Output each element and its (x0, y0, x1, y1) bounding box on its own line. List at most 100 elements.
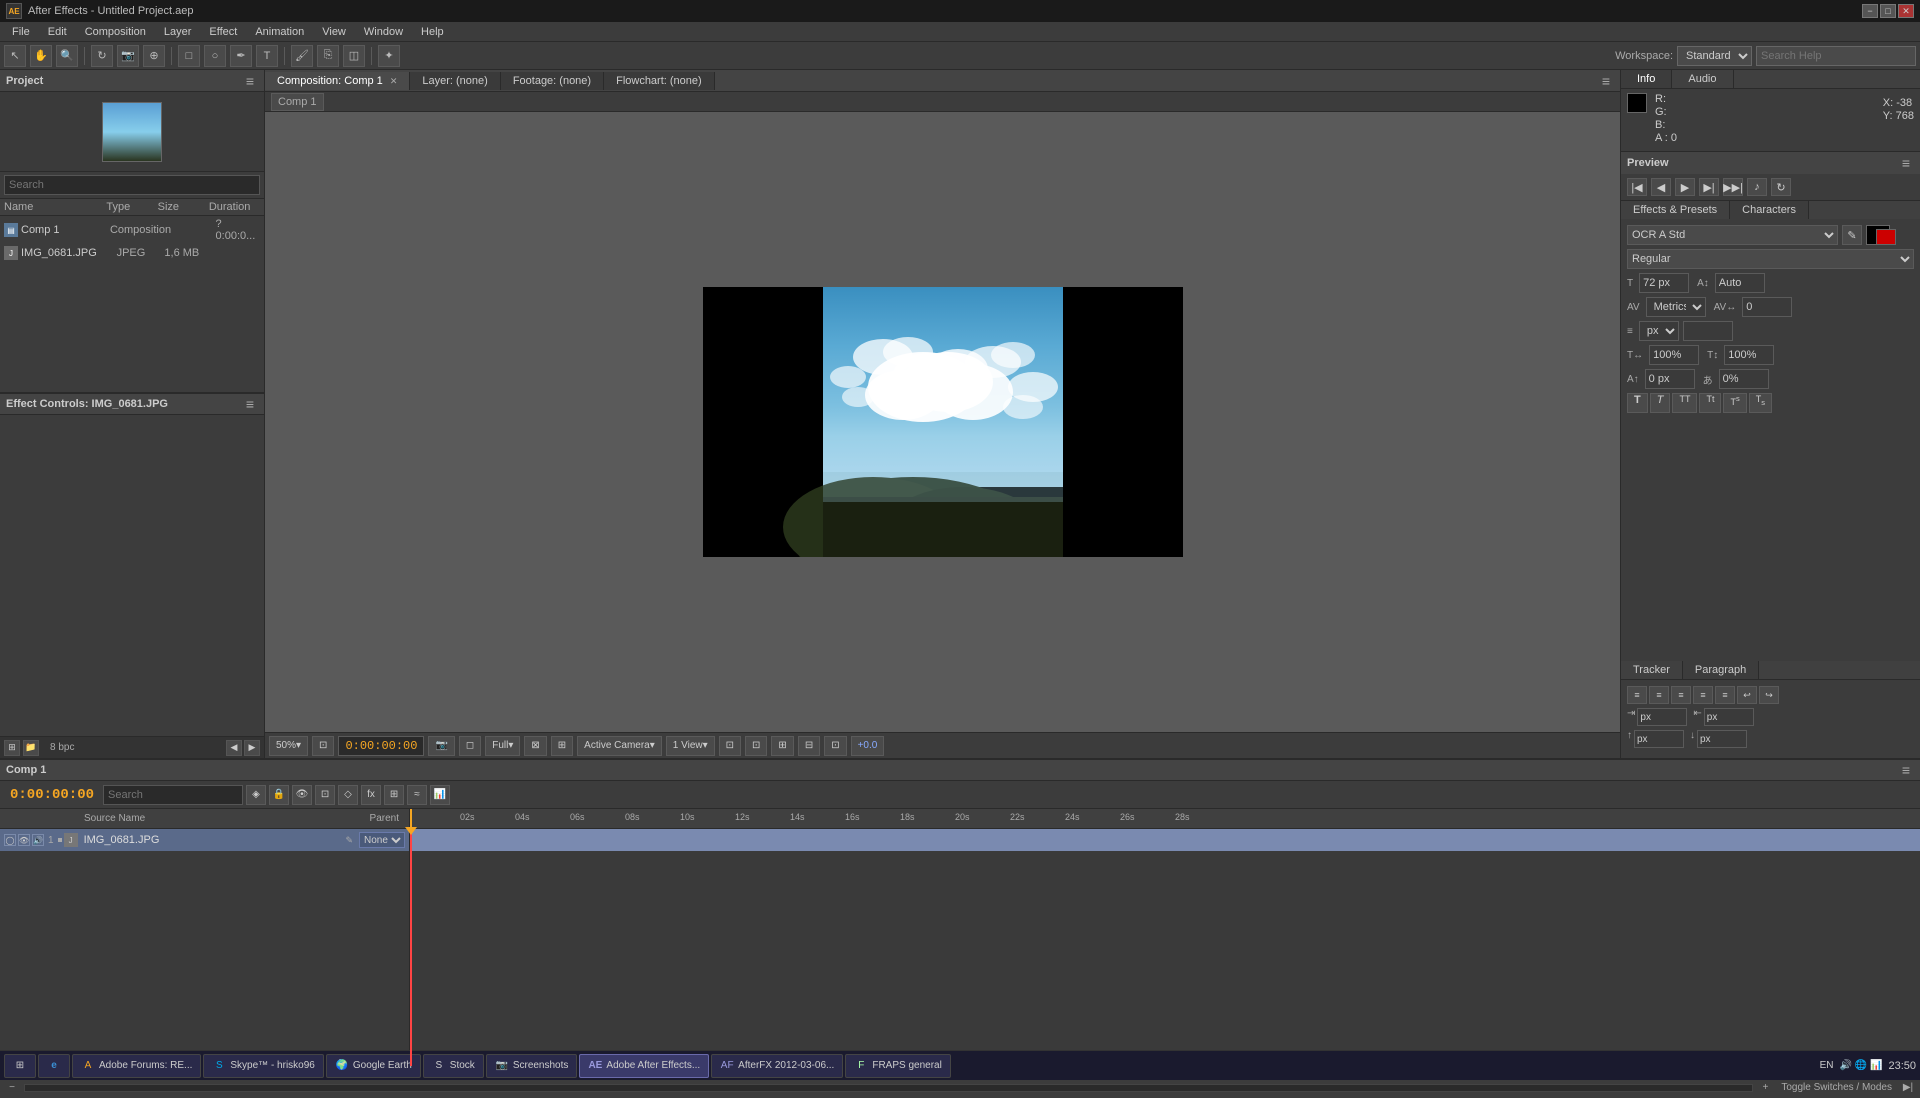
search-help-input[interactable] (1756, 46, 1916, 66)
taskbar-forums-btn[interactable]: A Adobe Forums: RE... (72, 1054, 201, 1078)
menu-window[interactable]: Window (356, 24, 411, 40)
line-spacing-input[interactable] (1683, 321, 1733, 341)
line-spacing-unit[interactable]: px (1639, 321, 1679, 341)
quality-select[interactable]: Full ▾ (485, 736, 520, 756)
tab-footage[interactable]: Footage: (none) (501, 72, 604, 90)
project-item-img[interactable]: J IMG_0681.JPG JPEG 1,6 MB (0, 244, 264, 262)
toggle-channels-btn[interactable]: ⊡ (745, 736, 767, 756)
indent-left-input[interactable] (1637, 708, 1687, 726)
space-after-input[interactable] (1697, 730, 1747, 748)
maximize-button[interactable]: □ (1880, 4, 1896, 18)
space-before-input[interactable] (1634, 730, 1684, 748)
tab-info[interactable]: Info (1621, 70, 1672, 88)
menu-animation[interactable]: Animation (247, 24, 312, 40)
taskbar-skype-btn[interactable]: S Skype™ - hrisko96 (203, 1054, 323, 1078)
taskbar-fraps-btn[interactable]: F FRAPS general (845, 1054, 950, 1078)
font-family-select[interactable]: OCR A Std (1627, 225, 1838, 245)
tab-composition[interactable]: Composition: Comp 1 ✕ (265, 72, 410, 90)
info-color-swatch[interactable] (1627, 93, 1647, 113)
snapshot-btn[interactable]: 📷 (428, 736, 454, 756)
timeline-menu-btn[interactable]: ≡ (1898, 762, 1914, 778)
loop-button[interactable]: ↻ (1771, 178, 1791, 196)
workspace-select[interactable]: Standard (1677, 46, 1752, 66)
taskbar-screenshots-btn[interactable]: 📷 Screenshots (486, 1054, 578, 1078)
tool-hand[interactable]: ✋ (30, 45, 52, 67)
scale-h-input[interactable] (1649, 345, 1699, 365)
timeline-zoom-slider[interactable] (24, 1084, 1753, 1092)
align-left-btn[interactable]: ≡ (1627, 686, 1647, 704)
align-justify-btn[interactable]: ≡ (1693, 686, 1713, 704)
align-right-btn[interactable]: ≡ (1671, 686, 1691, 704)
timeline-shy-btn[interactable]: 👁 (292, 785, 312, 805)
baseline-input[interactable] (1645, 369, 1695, 389)
effect-controls-menu[interactable]: ≡ (242, 396, 258, 412)
text-caps-btn[interactable]: TT (1672, 393, 1697, 413)
tool-puppet[interactable]: ✦ (378, 45, 400, 67)
tool-select[interactable]: ↖ (4, 45, 26, 67)
taskbar-ie-btn[interactable]: e (38, 1054, 70, 1078)
close-button[interactable]: ✕ (1898, 4, 1914, 18)
font-leading-input[interactable] (1715, 273, 1765, 293)
timeline-collapse-btn[interactable]: ⊡ (315, 785, 335, 805)
timecode-display[interactable]: 0:00:00:00 (338, 736, 424, 756)
next-frame-button[interactable]: ▶| (1699, 178, 1719, 196)
menu-layer[interactable]: Layer (156, 24, 200, 40)
tsukimi-input[interactable] (1719, 369, 1769, 389)
new-comp-button[interactable]: ⊞ (4, 740, 20, 756)
zoom-out-btn[interactable]: − (4, 1080, 20, 1096)
timeline-end-nav[interactable]: ▶| (1900, 1080, 1916, 1096)
timeline-solo-btn[interactable]: ◈ (246, 785, 266, 805)
text-italic-btn[interactable]: T (1650, 393, 1671, 413)
tab-flowchart[interactable]: Flowchart: (none) (604, 72, 715, 90)
tab-audio[interactable]: Audio (1672, 70, 1733, 88)
indent-right-input[interactable] (1704, 708, 1754, 726)
zoom-in-btn[interactable]: + (1757, 1080, 1773, 1096)
kerning-select[interactable]: Metrics (1646, 297, 1706, 317)
timeline-search-input[interactable] (103, 785, 243, 805)
toggle-switches-label[interactable]: Toggle Switches / Modes (1781, 1082, 1892, 1093)
first-frame-button[interactable]: |◀ (1627, 178, 1647, 196)
grid-btn[interactable]: ⊞ (771, 736, 793, 756)
align-center-btn[interactable]: ≡ (1649, 686, 1669, 704)
layer-mode-btn[interactable]: ✎ (345, 835, 353, 846)
tool-rotate[interactable]: ↻ (91, 45, 113, 67)
safe-zones-btn[interactable]: ⊡ (824, 736, 846, 756)
breadcrumb-comp1[interactable]: Comp 1 (271, 93, 324, 111)
layer-solo-btn[interactable]: ◯ (4, 834, 16, 846)
zoom-select[interactable]: 50% ▾ (269, 736, 308, 756)
audio-button[interactable]: ♪ (1747, 178, 1767, 196)
play-button[interactable]: ▶ (1675, 178, 1695, 196)
layer-parent-select[interactable]: None (359, 832, 405, 848)
timeline-lock-btn[interactable]: 🔒 (269, 785, 289, 805)
timeline-frame-blend-btn[interactable]: ⊞ (384, 785, 404, 805)
next-page-button[interactable]: ▶ (244, 740, 260, 756)
tool-text[interactable]: T (256, 45, 278, 67)
tool-anchor[interactable]: ⊕ (143, 45, 165, 67)
guides-btn[interactable]: ⊟ (798, 736, 820, 756)
rtl-btn[interactable]: ↩ (1737, 686, 1757, 704)
timeline-quality-btn[interactable]: ◇ (338, 785, 358, 805)
tab-effects-presets[interactable]: Effects & Presets (1621, 201, 1730, 219)
tool-pen[interactable]: ✒ (230, 45, 252, 67)
taskbar-afterfx-btn[interactable]: AF AfterFX 2012-03-06... (711, 1054, 843, 1078)
project-search-input[interactable] (4, 175, 260, 195)
font-size-input[interactable] (1639, 273, 1689, 293)
align-justify-all-btn[interactable]: ≡ (1715, 686, 1735, 704)
tool-brush[interactable]: 🖌 (291, 45, 313, 67)
open-folder-button[interactable]: 📁 (23, 740, 39, 756)
menu-file[interactable]: File (4, 24, 38, 40)
layer-vis-btn[interactable]: 👁 (18, 834, 30, 846)
tool-camera[interactable]: 📷 (117, 45, 139, 67)
camera-select[interactable]: Active Camera ▾ (577, 736, 662, 756)
taskbar-stock-btn[interactable]: S Stock (423, 1054, 484, 1078)
text-sub-btn[interactable]: Ts (1749, 393, 1772, 413)
taskbar-start-btn[interactable]: ⊞ (4, 1054, 36, 1078)
minimize-button[interactable]: − (1862, 4, 1878, 18)
timeline-fx-btn[interactable]: fx (361, 785, 381, 805)
transparency-btn[interactable]: ⊠ (524, 736, 546, 756)
menu-help[interactable]: Help (413, 24, 452, 40)
tool-mask-ellipse[interactable]: ○ (204, 45, 226, 67)
timeline-motion-blur-btn[interactable]: ≈ (407, 785, 427, 805)
tab-paragraph[interactable]: Paragraph (1683, 661, 1759, 679)
exposure-btn[interactable]: +0.0 (851, 736, 885, 756)
